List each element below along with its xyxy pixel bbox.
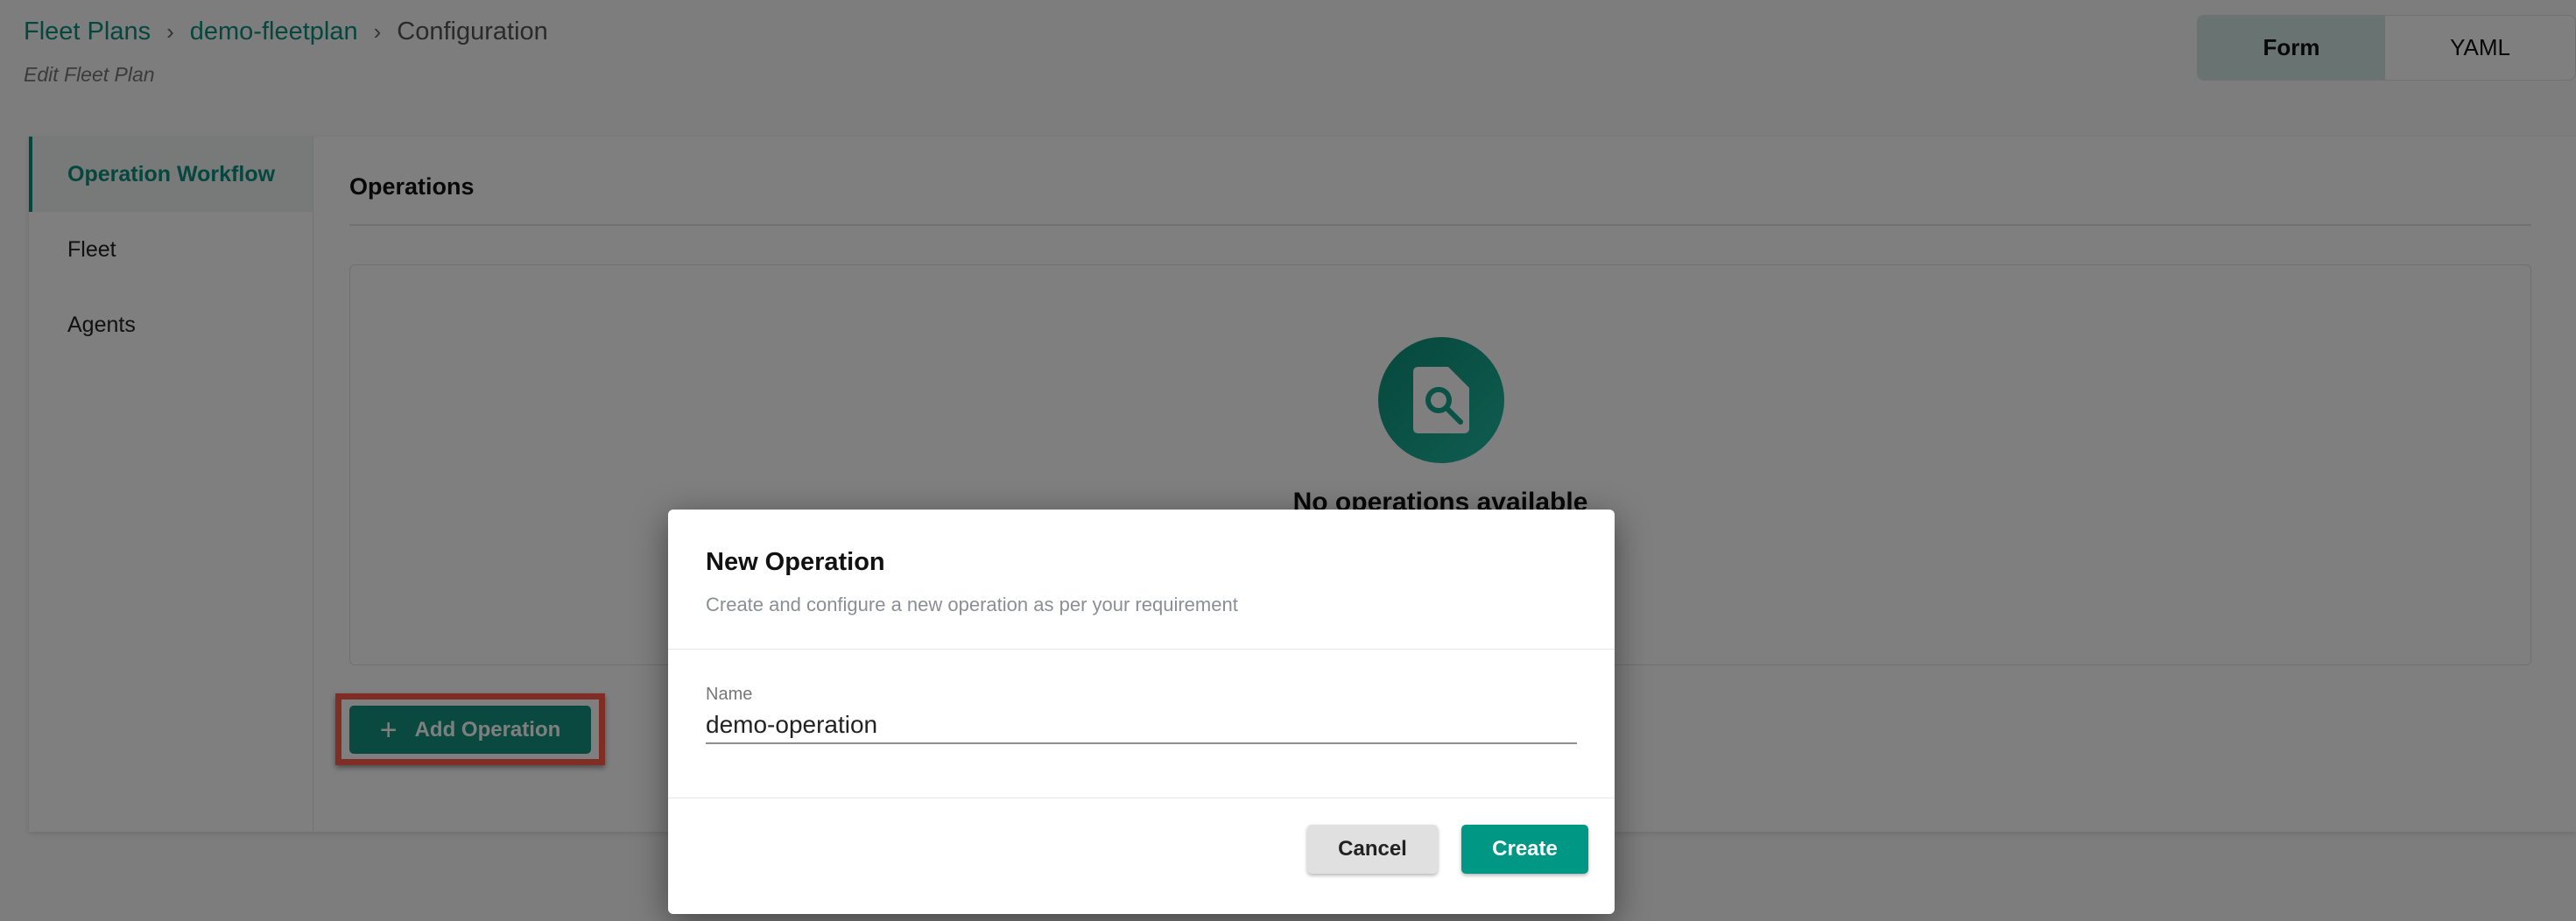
dialog-footer: Cancel Create — [668, 798, 1615, 914]
name-input[interactable] — [706, 707, 1577, 744]
cancel-button[interactable]: Cancel — [1307, 825, 1438, 874]
dialog-description: Create and configure a new operation as … — [706, 594, 1238, 615]
dialog-header: New Operation Create and configure a new… — [668, 510, 1615, 650]
dialog-title: New Operation — [706, 548, 885, 576]
dialog-body: Name — [668, 650, 1615, 798]
create-button[interactable]: Create — [1461, 825, 1588, 874]
name-field-label: Name — [706, 685, 753, 704]
new-operation-dialog: New Operation Create and configure a new… — [668, 510, 1615, 914]
